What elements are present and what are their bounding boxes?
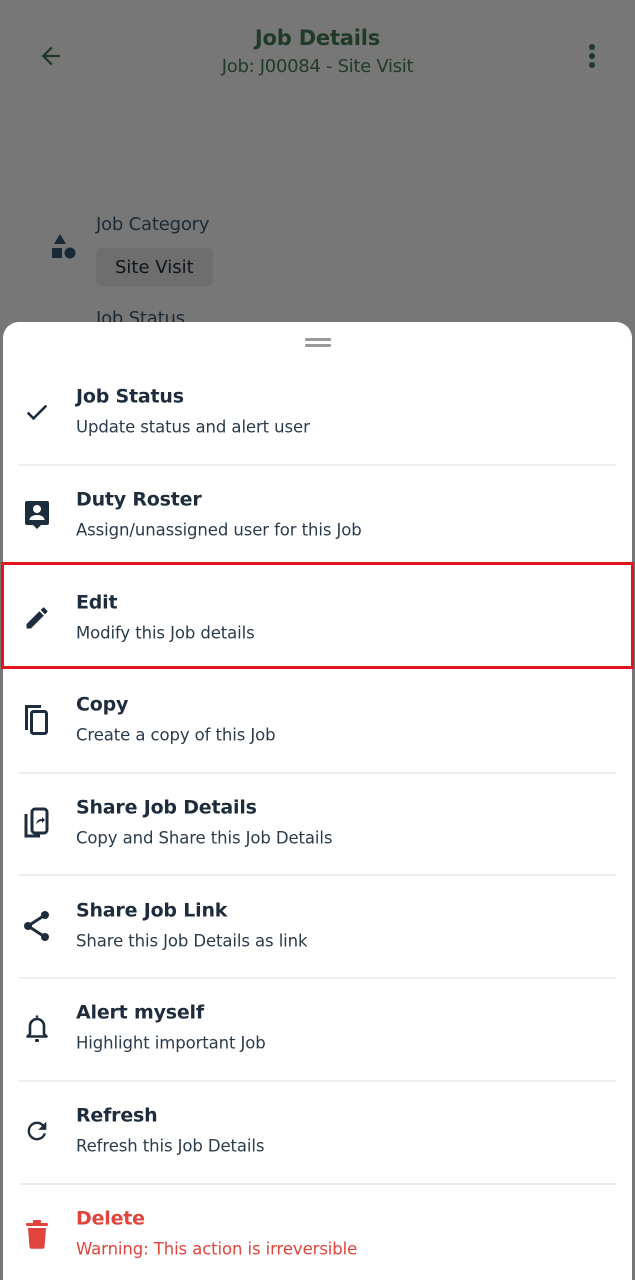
category-shapes-icon: [49, 233, 79, 263]
menu-item-title: Share Job Details: [76, 796, 257, 819]
menu-item-share-job-link[interactable]: Share Job Link Share this Job Details as…: [3, 874, 632, 977]
menu-item-title: Delete: [76, 1207, 145, 1230]
menu-item-delete[interactable]: Delete Warning: This action is irreversi…: [3, 1182, 632, 1280]
menu-item-edit[interactable]: Edit Modify this Job details: [3, 566, 632, 669]
share-document-icon: [20, 806, 54, 840]
bell-icon: [20, 1011, 54, 1045]
job-details-page: Job Details Job: J00084 - Site Visit Job…: [3, 0, 632, 407]
job-category-chip: Site Visit: [96, 248, 213, 286]
menu-item-job-status[interactable]: Job Status Update status and alert user: [3, 361, 632, 464]
menu-item-title: Job Status: [76, 385, 184, 408]
assigned-user-icon: [20, 498, 54, 532]
menu-item-title: Edit: [76, 591, 118, 614]
menu-item-title: Duty Roster: [76, 488, 202, 511]
menu-item-subtitle: Share this Job Details as link: [76, 931, 308, 951]
app-bar-titles: Job Details Job: J00084 - Site Visit: [3, 26, 632, 77]
app-bar: Job Details Job: J00084 - Site Visit: [3, 0, 632, 100]
actions-menu: Job Status Update status and alert user …: [3, 361, 632, 1280]
menu-item-refresh[interactable]: Refresh Refresh this Job Details: [3, 1079, 632, 1183]
more-options-button[interactable]: [574, 38, 610, 74]
menu-item-alert-myself[interactable]: Alert myself Highlight important Job: [3, 977, 632, 1080]
menu-item-share-job-details[interactable]: Share Job Details Copy and Share this Jo…: [3, 771, 632, 875]
refresh-icon: [20, 1114, 54, 1148]
menu-item-subtitle: Warning: This action is irreversible: [76, 1239, 358, 1259]
menu-item-subtitle: Assign/unassigned user for this Job: [76, 520, 362, 540]
check-icon: [20, 395, 54, 429]
menu-item-subtitle: Modify this Job details: [76, 623, 255, 643]
menu-item-subtitle: Highlight important Job: [76, 1033, 266, 1053]
menu-item-duty-roster[interactable]: Duty Roster Assign/unassigned user for t…: [3, 463, 632, 567]
share-icon: [20, 909, 54, 943]
actions-bottom-sheet: Job Status Update status and alert user …: [3, 322, 632, 1280]
drag-handle[interactable]: [304, 338, 331, 347]
menu-item-copy[interactable]: Copy Create a copy of this Job: [3, 669, 632, 772]
job-category-label: Job Category: [96, 214, 210, 235]
pencil-icon: [20, 601, 54, 635]
trash-icon: [20, 1217, 54, 1251]
menu-item-subtitle: Update status and alert user: [76, 417, 310, 437]
copy-icon: [20, 703, 54, 737]
more-vertical-icon: [589, 44, 595, 68]
menu-item-subtitle: Refresh this Job Details: [76, 1136, 265, 1156]
page-subtitle: Job: J00084 - Site Visit: [221, 56, 414, 77]
page-title: Job Details: [254, 26, 381, 50]
menu-item-title: Refresh: [76, 1104, 158, 1127]
menu-item-subtitle: Create a copy of this Job: [76, 725, 276, 745]
menu-item-title: Share Job Link: [76, 899, 228, 922]
menu-item-title: Copy: [76, 693, 129, 716]
menu-item-title: Alert myself: [76, 1001, 204, 1024]
menu-item-subtitle: Copy and Share this Job Details: [76, 828, 333, 848]
